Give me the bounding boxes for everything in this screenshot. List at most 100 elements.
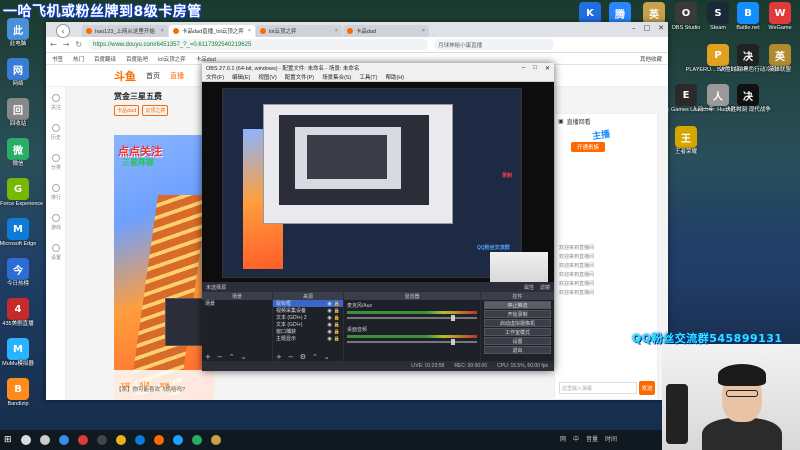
back-icon[interactable]: ‹ — [56, 24, 70, 38]
desktop-icon[interactable]: 决决胜时刻 黑色行动冷战 — [720, 44, 776, 73]
taskbar-search-icon[interactable] — [20, 435, 31, 445]
eye-icon[interactable]: ◉ — [327, 308, 331, 314]
control-button[interactable]: 工作室模式 — [484, 328, 551, 336]
desktop-icon[interactable]: 微微信 — [0, 138, 36, 167]
tray-item[interactable]: 中 — [573, 434, 579, 443]
lock-icon[interactable]: 🔒 — [334, 308, 340, 314]
source-item[interactable]: 主题显示 ◉ 🔒 — [273, 335, 343, 343]
obs-menu-item[interactable]: 编辑(E) — [232, 73, 250, 81]
source-item[interactable]: 鼠标框 ◉ 🔒 — [273, 300, 343, 307]
bookmark-item[interactable]: 书签 — [52, 55, 63, 63]
desktop-icon[interactable]: 此此电脑 — [0, 18, 36, 47]
desktop-icon[interactable]: M Microsoft Edge — [0, 218, 36, 247]
control-button[interactable]: 设置 — [484, 337, 551, 345]
taskbar-obs-icon[interactable] — [96, 435, 107, 445]
scene-item[interactable]: 场景 — [202, 300, 272, 307]
back-arrow-icon[interactable]: ← — [50, 40, 57, 49]
control-button[interactable]: 停止推流 — [484, 301, 551, 309]
close-tab-icon[interactable]: × — [248, 28, 251, 34]
down-icon[interactable]: ⌄ — [324, 353, 330, 361]
taskbar-qq-icon[interactable] — [172, 435, 183, 445]
desktop-icon[interactable]: 决决胜时刻 现代战争 — [725, 84, 771, 113]
desktop-icon[interactable]: 4 435美剧直播 — [0, 298, 36, 327]
other-bookmarks[interactable]: 其他收藏 — [640, 55, 662, 63]
lock-icon[interactable]: 🔒 — [334, 322, 340, 328]
desktop-icon[interactable]: B Battle.net — [730, 2, 766, 31]
eye-icon[interactable]: ◉ — [327, 329, 331, 335]
douyu-logo[interactable]: 斗鱼 — [114, 68, 136, 84]
taskbar-task-view-icon[interactable] — [39, 435, 50, 445]
slider-knob[interactable] — [451, 339, 455, 345]
lock-icon[interactable]: 🔒 — [334, 301, 340, 307]
lock-icon[interactable]: 🔒 — [334, 315, 340, 321]
bookmark-item[interactable]: lol云顶之弈 — [158, 55, 186, 63]
bookmark-item[interactable]: 百度贴吧 — [126, 55, 148, 63]
control-button[interactable]: 启动虚拟摄像机 — [484, 319, 551, 327]
tray-item[interactable]: 音量 — [586, 434, 598, 443]
rail-item[interactable]: 游戏 — [46, 207, 66, 237]
taskbar-wps-icon[interactable] — [77, 435, 88, 445]
obs-menu-item[interactable]: 工具(T) — [359, 73, 377, 81]
noble-button[interactable]: 开通贵族 — [571, 142, 605, 152]
desktop-icon[interactable]: 今今日热榜 — [0, 258, 36, 287]
filters-button[interactable]: 滤镜 — [540, 284, 550, 291]
refresh-icon[interactable]: ↻ — [75, 40, 82, 49]
source-item[interactable]: 文本 (GDI+) ◉ 🔒 — [273, 321, 343, 329]
taskbar-game-icon[interactable] — [210, 435, 221, 445]
close-icon[interactable]: ✕ — [545, 65, 550, 72]
rail-item[interactable]: 历史 — [46, 117, 66, 147]
desktop-icon[interactable]: M MuMu模拟器 — [0, 338, 36, 367]
stream-video[interactable]: 点点关注 三星阵容 下载 618 开播 — [114, 135, 214, 400]
eye-icon[interactable]: ◉ — [327, 315, 331, 321]
bookmark-item[interactable]: 热门 — [73, 55, 84, 63]
bookmark-item[interactable]: 卡品dad — [196, 55, 216, 63]
browser-search-input[interactable]: 月球神秘小蛋直播 — [434, 39, 555, 50]
taskbar-wechat-icon[interactable] — [191, 435, 202, 445]
maximize-icon[interactable]: □ — [533, 65, 537, 72]
close-tab-icon[interactable]: × — [161, 28, 164, 34]
volume-slider[interactable] — [347, 339, 477, 345]
obs-preview[interactable]: 录制 QQ粉丝交流群 — [202, 82, 554, 282]
desktop-icon[interactable]: GGeForce Experience — [0, 178, 43, 207]
lock-icon[interactable]: 🔒 — [334, 336, 340, 342]
control-button[interactable]: 退出 — [484, 346, 551, 354]
source-item[interactable]: 文本 (GDI+) 2 ◉ 🔒 — [273, 314, 343, 322]
up-icon[interactable]: ⌃ — [229, 353, 235, 361]
taskbar-douyu-icon[interactable] — [153, 435, 164, 445]
tray-item[interactable]: 时间 — [605, 434, 617, 443]
send-button[interactable]: 发送 — [639, 381, 655, 395]
obs-menu-item[interactable]: 视图(V) — [258, 73, 276, 81]
url-input[interactable]: https://www.douyu.com/6451357_?_=0.61173… — [88, 39, 429, 50]
room-badge[interactable]: 云顶之弈 — [142, 105, 169, 116]
rail-item[interactable]: 关注 — [46, 87, 66, 117]
taskbar-browser-icon[interactable] — [58, 435, 69, 445]
close-tab-icon[interactable]: × — [422, 28, 425, 34]
nav-home[interactable]: 首页 — [146, 71, 160, 81]
desktop-icon[interactable]: 网网络 — [0, 58, 36, 87]
remove-icon[interactable]: − — [217, 353, 223, 361]
browser-tab[interactable]: 卡品dad × — [343, 25, 429, 37]
nav-live[interactable]: 直播 — [170, 71, 184, 81]
down-icon[interactable]: ⌄ — [241, 353, 247, 361]
desktop-icon[interactable]: 英英雄联盟 — [762, 44, 798, 73]
source-item[interactable]: 视频采集设备 ◉ 🔒 — [273, 307, 343, 315]
desktop-icon[interactable]: O OBS Studio — [668, 2, 704, 31]
windows-start-icon[interactable]: ⊞ — [4, 435, 12, 445]
browser-tab[interactable]: lol云顶之弈 × — [256, 25, 342, 37]
remove-icon[interactable]: − — [288, 353, 294, 361]
forward-arrow-icon[interactable]: → — [63, 40, 70, 49]
eye-icon[interactable]: ◉ — [327, 336, 331, 342]
obs-menu-item[interactable]: 配置文件(P) — [285, 73, 314, 81]
eye-icon[interactable]: ◉ — [327, 301, 331, 307]
rail-item[interactable]: 设置 — [46, 237, 66, 267]
browser-tab[interactable]: hao123_上网从这里开始 × — [82, 25, 168, 37]
maximize-icon[interactable]: □ — [644, 24, 651, 32]
chat-input[interactable]: 这里输入弹幕 — [559, 382, 637, 394]
lock-icon[interactable]: 🔒 — [334, 329, 340, 335]
desktop-icon[interactable]: 回回收站 — [0, 98, 36, 127]
control-button[interactable]: 开始录制 — [484, 310, 551, 318]
desktop-icon[interactable]: 王王者荣耀 — [668, 126, 704, 155]
rail-item[interactable]: 分类 — [46, 147, 66, 177]
up-icon[interactable]: ⌃ — [312, 353, 318, 361]
taskbar-chrome-icon[interactable] — [115, 435, 126, 445]
